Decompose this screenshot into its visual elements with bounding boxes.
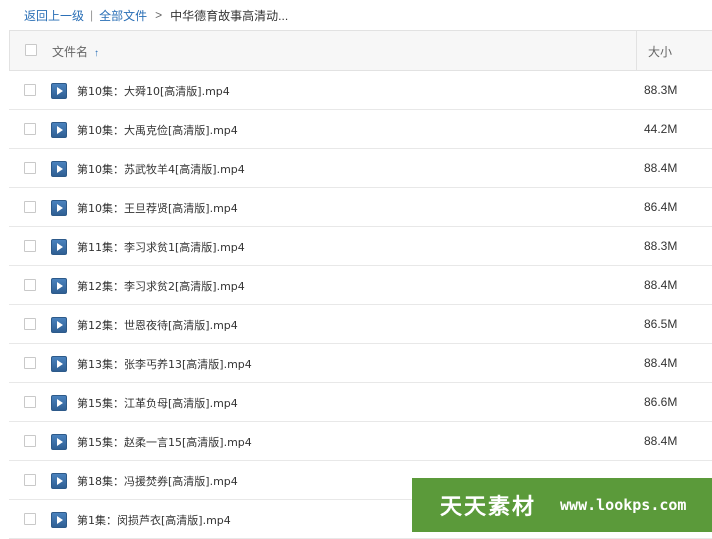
file-name[interactable]: 第12集：世恩夜待[高清版].mp4 [77, 317, 238, 333]
video-file-icon [51, 317, 67, 333]
file-checkbox[interactable] [24, 435, 36, 447]
back-link[interactable]: 返回上一级 [24, 7, 84, 24]
current-folder: 中华德育故事高清动... [170, 8, 289, 23]
file-checkbox[interactable] [24, 123, 36, 135]
video-file-icon [51, 512, 67, 528]
file-checkbox[interactable] [24, 240, 36, 252]
video-file-icon [51, 122, 67, 138]
file-list: 第10集：大舜10[高清版].mp4 88.3M 第10集：大禹克俭[高清版].mp… [9, 71, 712, 539]
file-row[interactable]: 第10集：大舜10[高清版].mp4 88.3M [9, 71, 712, 110]
file-name[interactable]: 第1集：闵损芦衣[高清版].mp4 [77, 512, 231, 528]
video-file-icon [51, 434, 67, 450]
file-name[interactable]: 第10集：王旦荐贤[高清版].mp4 [77, 200, 238, 216]
file-size: 88.4M [644, 356, 678, 370]
file-checkbox[interactable] [24, 396, 36, 408]
file-name[interactable]: 第10集：苏武牧羊4[高清版].mp4 [77, 161, 245, 177]
file-checkbox[interactable] [24, 162, 36, 174]
file-size: 88.4M [644, 161, 678, 175]
file-name[interactable]: 第18集：冯援焚券[高清版].mp4 [77, 473, 238, 489]
video-file-icon [51, 83, 67, 99]
breadcrumb-arrow: > [155, 8, 163, 22]
file-size: 86.6M [644, 395, 678, 409]
file-name[interactable]: 第11集：李习求贫1[高清版].mp4 [77, 239, 245, 255]
file-name[interactable]: 第13集：张李丐养13[高清版].mp4 [77, 356, 252, 372]
file-size: 86.4M [644, 200, 678, 214]
file-checkbox[interactable] [24, 279, 36, 291]
file-row[interactable]: 第15集：江革负母[高清版].mp4 86.6M [9, 383, 712, 422]
watermark-brand: 天天素材 [440, 494, 537, 520]
file-size: 88.4M [644, 434, 678, 448]
sort-ascending-icon[interactable]: ↑ [94, 48, 99, 59]
file-row[interactable]: 第11集：李习求贫1[高清版].mp4 88.3M [9, 227, 712, 266]
file-checkbox[interactable] [24, 513, 36, 525]
file-checkbox[interactable] [24, 201, 36, 213]
all-files-link[interactable]: 全部文件 [99, 7, 147, 24]
file-name[interactable]: 第15集：江革负母[高清版].mp4 [77, 395, 238, 411]
breadcrumb-separator: | [90, 8, 94, 22]
file-row[interactable]: 第10集：大禹克俭[高清版].mp4 44.2M [9, 110, 712, 149]
file-checkbox[interactable] [24, 84, 36, 96]
file-list-header: 文件名 ↑ 大小 [9, 30, 712, 71]
file-row[interactable]: 第15集：赵柔一言15[高清版].mp4 88.4M [9, 422, 712, 461]
file-row[interactable]: 第13集：张李丐养13[高清版].mp4 88.4M [9, 344, 712, 383]
name-column-label: 文件名 [52, 45, 89, 59]
file-row[interactable]: 第10集：王旦荐贤[高清版].mp4 86.4M [9, 188, 712, 227]
video-file-icon [51, 473, 67, 489]
file-row[interactable]: 第12集：李习求贫2[高清版].mp4 88.4M [9, 266, 712, 305]
video-file-icon [51, 278, 67, 294]
file-size: 88.4M [644, 278, 678, 292]
file-size: 86.5M [644, 317, 678, 331]
video-file-icon [51, 356, 67, 372]
file-checkbox[interactable] [24, 318, 36, 330]
file-row[interactable]: 第10集：苏武牧羊4[高清版].mp4 88.4M [9, 149, 712, 188]
file-name[interactable]: 第15集：赵柔一言15[高清版].mp4 [77, 434, 252, 450]
file-checkbox[interactable] [24, 357, 36, 369]
file-name[interactable]: 第10集：大禹克俭[高清版].mp4 [77, 122, 238, 138]
video-file-icon [51, 395, 67, 411]
watermark-url: www.lookps.com [560, 496, 687, 514]
file-size: 44.2M [644, 122, 678, 136]
file-name[interactable]: 第10集：大舜10[高清版].mp4 [77, 83, 230, 99]
file-size: 88.3M [644, 83, 678, 97]
file-name[interactable]: 第12集：李习求贫2[高清版].mp4 [77, 278, 245, 294]
file-checkbox[interactable] [24, 474, 36, 486]
video-file-icon [51, 161, 67, 177]
select-all-checkbox[interactable] [25, 44, 37, 56]
file-row[interactable]: 第12集：世恩夜待[高清版].mp4 86.5M [9, 305, 712, 344]
watermark-banner: 天天素材 www.lookps.com [412, 478, 712, 532]
video-file-icon [51, 200, 67, 216]
breadcrumb: 返回上一级 | 全部文件 > 中华德育故事高清动... [0, 0, 712, 30]
video-file-icon [51, 239, 67, 255]
size-column-header[interactable]: 大小 [648, 43, 672, 60]
name-column-header[interactable]: 文件名 ↑ [52, 43, 99, 60]
file-size: 88.3M [644, 239, 678, 253]
column-divider [636, 31, 637, 70]
